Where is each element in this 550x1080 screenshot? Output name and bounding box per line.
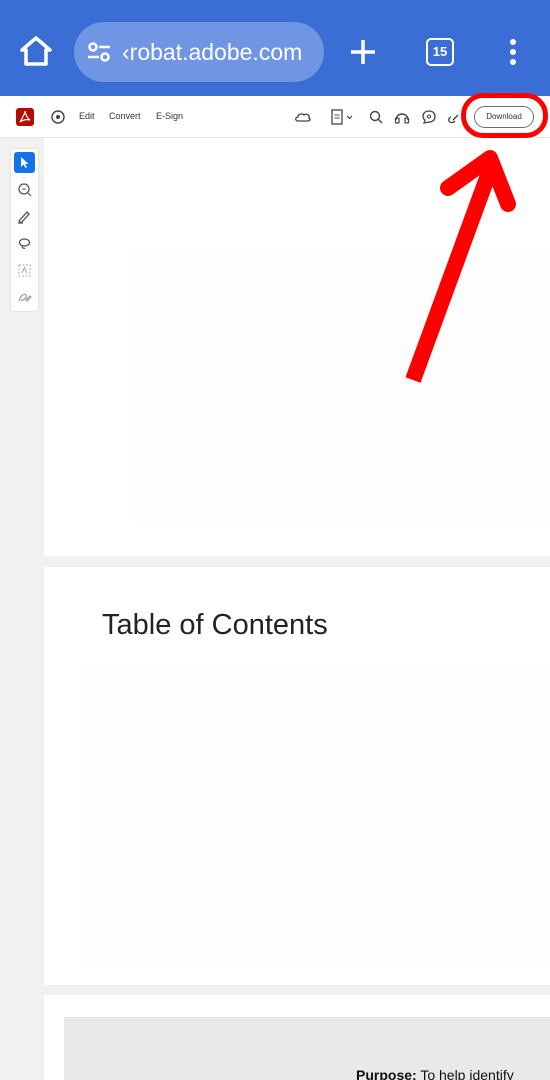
more-vert-icon	[510, 39, 516, 65]
tools-panel	[11, 149, 38, 311]
page-icon[interactable]	[329, 108, 355, 126]
search-icon[interactable]	[367, 108, 385, 126]
text-select-icon	[18, 264, 31, 277]
toc-heading: Table of Contents	[102, 609, 328, 641]
text-select-tool[interactable]	[14, 260, 35, 281]
site-settings-icon[interactable]	[86, 39, 112, 65]
comment-tool[interactable]	[14, 179, 35, 200]
purpose-line: Purpose: To help identify	[356, 1067, 514, 1080]
purpose-text: To help identify	[416, 1067, 514, 1080]
draw-tool[interactable]	[14, 206, 35, 227]
plus-icon	[351, 40, 375, 64]
tabs-icon[interactable]: 15	[426, 38, 454, 66]
sign-icon	[18, 293, 32, 302]
more-menu-button[interactable]	[502, 38, 524, 66]
draw-icon	[18, 211, 30, 224]
toc-content-area	[80, 667, 550, 967]
lasso-tool[interactable]	[14, 233, 35, 254]
cloud-icon[interactable]	[294, 108, 312, 126]
address-bar[interactable]: ‹robat.adobe.com	[74, 22, 324, 82]
convert-menu[interactable]: Convert	[109, 111, 141, 121]
select-tool[interactable]	[14, 152, 35, 173]
headphones-icon[interactable]	[393, 108, 411, 126]
purpose-label: Purpose:	[356, 1067, 417, 1080]
browser-toolbar: ‹robat.adobe.com 15	[0, 0, 550, 96]
select-icon	[21, 157, 29, 168]
comment-tool-icon	[18, 183, 32, 197]
tab-count: 15	[432, 44, 448, 59]
download-highlight-circle	[461, 93, 548, 138]
lasso-icon	[18, 238, 31, 249]
red-arrow-annotation	[405, 150, 516, 383]
sign-tool[interactable]	[14, 287, 35, 308]
pdf-page-3: Purpose: To help identify	[44, 995, 550, 1080]
pdf-page-2: Table of Contents	[44, 567, 550, 985]
new-tab-button[interactable]	[349, 38, 377, 66]
ai-assistant-icon[interactable]	[49, 108, 67, 126]
esign-menu[interactable]: E-Sign	[156, 111, 183, 121]
home-icon	[20, 36, 52, 66]
url-text: ‹robat.adobe.com	[122, 39, 303, 65]
acrobat-logo-icon[interactable]	[16, 108, 34, 126]
comment-icon[interactable]	[420, 108, 438, 126]
home-button[interactable]	[14, 32, 58, 72]
purpose-box: Purpose: To help identify	[64, 1017, 550, 1080]
edit-menu[interactable]: Edit	[79, 111, 95, 121]
